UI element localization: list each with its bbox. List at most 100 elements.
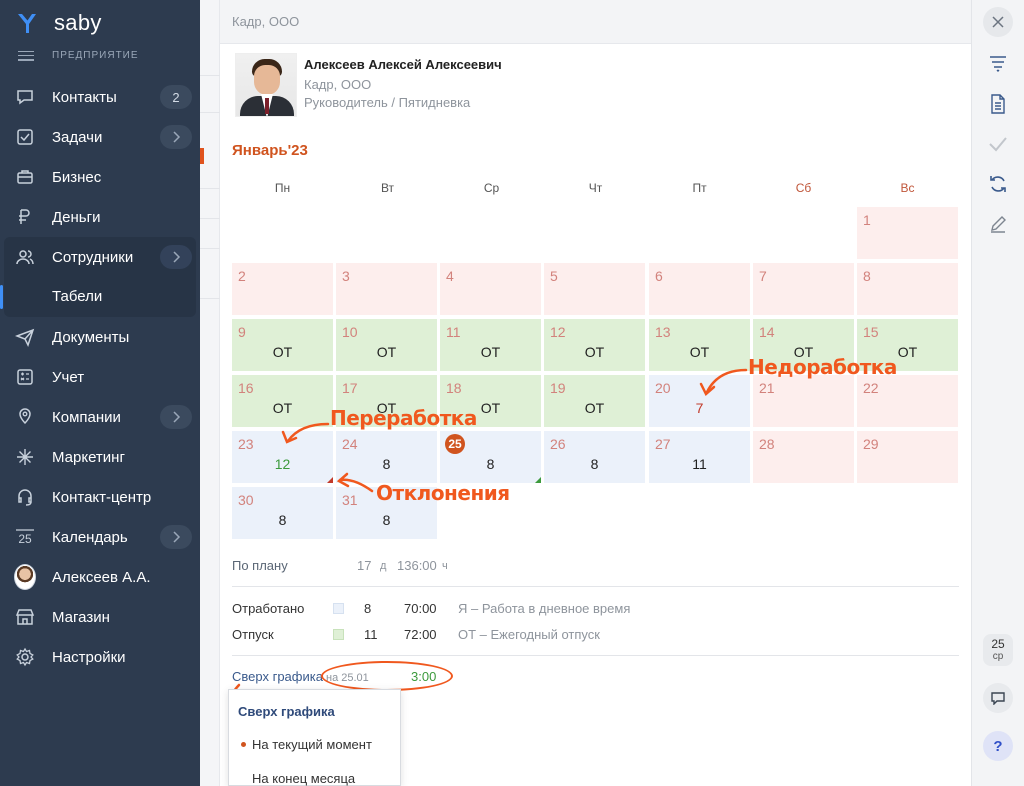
chevron-right-icon[interactable]	[160, 405, 192, 429]
marketing-icon	[14, 446, 36, 468]
sidebar-item-label: Задачи	[52, 128, 103, 146]
sidebar-item-label: Документы	[52, 328, 130, 346]
sidebar-item-label: Настройки	[52, 648, 126, 666]
chat-icon	[991, 692, 1005, 705]
plan-days: 17	[357, 558, 372, 573]
sidebar-item-label: Бизнес	[52, 168, 102, 186]
legend-swatch-work	[333, 603, 344, 614]
underlying-divider	[200, 218, 220, 219]
calendar-weekday: ср	[992, 651, 1004, 662]
hamburger-icon[interactable]	[18, 50, 34, 61]
summary-desc: ОТ – Ежегодный отпуск	[458, 627, 600, 642]
underlying-page-strip	[200, 0, 220, 786]
checkmark-icon	[989, 137, 1007, 152]
sidebar-item-label: Магазин	[52, 608, 110, 626]
underlying-divider	[200, 248, 220, 249]
sidebar-item-contact-center[interactable]: Контакт-центр	[0, 479, 200, 515]
chevron-right-icon[interactable]	[160, 125, 192, 149]
sidebar-item-label: Алексеев А.А.	[52, 568, 151, 586]
plan-hours-unit: ч	[442, 560, 448, 572]
summary-label: Отпуск	[232, 627, 274, 642]
documents-icon	[14, 326, 36, 348]
summary-hours: 72:00	[404, 627, 437, 642]
sidebar-item-money[interactable]: Деньги	[0, 199, 200, 235]
approve-button[interactable]	[983, 129, 1013, 159]
underlying-divider	[200, 75, 220, 76]
business-icon	[14, 166, 36, 188]
legend-swatch-vacation	[333, 629, 344, 640]
divider	[232, 586, 959, 587]
active-indicator	[0, 285, 3, 309]
plan-hours: 136:00	[397, 558, 437, 573]
section-caption: ПРЕДПРИЯТИЕ	[52, 50, 139, 61]
sidebar-item-store[interactable]: Магазин	[0, 599, 200, 635]
sidebar-item-label: Деньги	[52, 208, 101, 226]
menu-row[interactable]: ПРЕДПРИЯТИЕ	[18, 50, 139, 61]
summary-days: 8	[364, 601, 372, 616]
underlying-marker	[200, 148, 204, 164]
underlying-divider	[200, 112, 220, 113]
settings-icon	[14, 646, 36, 668]
contacts-count-badge: 2	[160, 85, 192, 109]
sidebar-item-label: Сотрудники	[52, 248, 134, 266]
brand-name: saby	[54, 10, 102, 35]
chevron-right-icon[interactable]	[160, 245, 192, 269]
underlying-divider	[200, 188, 220, 189]
help-button[interactable]: ?	[983, 731, 1013, 761]
calendar-widget[interactable]: 25 ср	[983, 634, 1013, 666]
contacts-icon	[14, 86, 36, 108]
summary-hours: 70:00	[404, 601, 437, 616]
sidebar-item-accounting[interactable]: Учет	[0, 359, 200, 395]
sidebar-item-tasks[interactable]: Задачи	[0, 119, 200, 155]
filter-icon	[990, 56, 1006, 72]
accounting-icon	[14, 366, 36, 388]
sidebar-item-label: Контакт-центр	[52, 488, 152, 506]
document-icon	[991, 94, 1005, 114]
sidebar-subitem-timesheets[interactable]: Табели	[0, 277, 200, 317]
sidebar-item-calendar[interactable]: 25 Календарь	[0, 519, 200, 555]
chat-button[interactable]	[983, 683, 1013, 713]
document-button[interactable]	[983, 89, 1013, 119]
companies-icon	[14, 406, 36, 428]
svg-text:25: 25	[18, 532, 32, 546]
overtime-label[interactable]: Сверх графика	[232, 669, 323, 684]
sidebar-subitem-label: Табели	[52, 288, 103, 305]
sidebar-item-profile[interactable]: Алексеев А.А.	[0, 559, 200, 595]
sidebar-item-settings[interactable]: Настройки	[0, 639, 200, 675]
sidebar-item-companies[interactable]: Компании	[0, 399, 200, 435]
close-button[interactable]	[983, 7, 1013, 37]
logo[interactable]: saby	[14, 8, 102, 38]
chevron-right-icon[interactable]	[160, 525, 192, 549]
saby-logo-icon	[14, 10, 40, 36]
annotation-ellipse	[321, 661, 453, 691]
avatar	[14, 564, 36, 590]
filter-button[interactable]	[983, 48, 1013, 78]
plan-label: По плану	[232, 558, 288, 573]
sidebar-item-label: Контакты	[52, 88, 117, 106]
pencil-icon	[991, 216, 1006, 233]
dropdown-option-current[interactable]: На текущий момент	[252, 737, 372, 752]
money-icon	[14, 206, 36, 228]
dropdown-title: Сверх графика	[238, 704, 335, 719]
calendar-day: 25	[991, 637, 1005, 651]
underlying-divider	[200, 298, 220, 299]
sidebar-item-contacts[interactable]: Контакты 2	[0, 79, 200, 115]
refresh-icon	[990, 176, 1006, 192]
dropdown-option-month-end[interactable]: На конец месяца	[252, 771, 355, 786]
sidebar-item-label: Компании	[52, 408, 121, 426]
overtime-dropdown: Сверх графика На текущий момент На конец…	[228, 689, 401, 786]
summary-days: 11	[364, 627, 378, 642]
sidebar: saby ПРЕДПРИЯТИЕ Контакты 2 Задачи Бизне…	[0, 0, 200, 786]
close-icon	[992, 16, 1004, 28]
sidebar-item-employees[interactable]: Сотрудники	[0, 239, 200, 275]
store-icon	[14, 606, 36, 628]
sidebar-item-business[interactable]: Бизнес	[0, 159, 200, 195]
divider	[232, 655, 959, 656]
edit-button[interactable]	[983, 209, 1013, 239]
plan-days-unit: д	[380, 560, 387, 572]
tasks-icon	[14, 126, 36, 148]
employees-icon	[14, 246, 36, 268]
sidebar-item-documents[interactable]: Документы	[0, 319, 200, 355]
sidebar-item-marketing[interactable]: Маркетинг	[0, 439, 200, 475]
refresh-button[interactable]	[983, 169, 1013, 199]
